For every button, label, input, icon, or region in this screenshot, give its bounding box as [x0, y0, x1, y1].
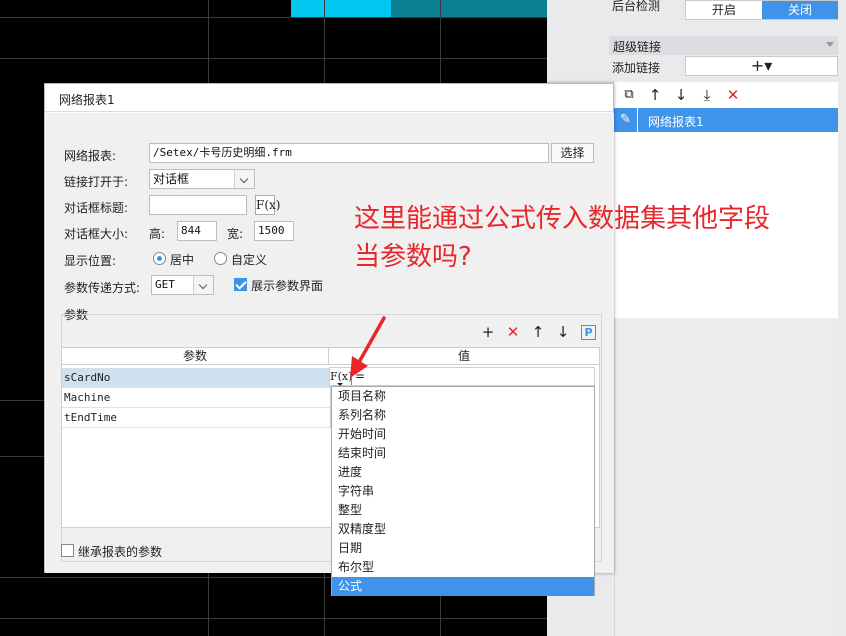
- copy-icon[interactable]: ⧉: [620, 86, 638, 104]
- dropdown-item[interactable]: 进度: [332, 463, 594, 482]
- edit-pencil-icon[interactable]: ✎: [614, 108, 638, 132]
- show-param-ui-checkbox[interactable]: [234, 278, 247, 291]
- param-column-header: 参数: [62, 348, 329, 365]
- chart-bar-teal: [391, 0, 547, 17]
- grid-line: [0, 17, 547, 18]
- annotation-line-1: 这里能通过公式传入数据集其他字段: [354, 204, 771, 234]
- param-method-label: 参数传递方式:: [64, 281, 141, 295]
- show-param-ui-label: 展示参数界面: [251, 279, 324, 293]
- width-field[interactable]: 1500: [254, 221, 294, 241]
- hyperlink-section-label: 超级链接: [613, 40, 662, 54]
- dialog-size-label: 对话框大小:: [64, 227, 129, 241]
- toggle-off-option[interactable]: 关闭: [762, 1, 838, 19]
- param-method-value: GET: [155, 278, 175, 291]
- open-in-label: 链接打开于:: [64, 175, 129, 189]
- dropdown-item[interactable]: 布尔型: [332, 558, 594, 577]
- param-p-icon[interactable]: P: [581, 325, 596, 340]
- dialog-title-field[interactable]: [149, 195, 247, 215]
- dialog-title: 网络报表1: [59, 93, 115, 107]
- height-label: 高:: [149, 227, 166, 241]
- open-in-select[interactable]: 对话框: [149, 169, 255, 189]
- report-path-field[interactable]: /Setex/卡号历史明细.frm: [149, 143, 549, 163]
- position-custom-label: 自定义: [231, 253, 268, 267]
- dropdown-item[interactable]: 系列名称: [332, 406, 594, 425]
- link-item[interactable]: ✎ 网络报表1: [614, 108, 838, 132]
- toggle-on-option[interactable]: 开启: [686, 1, 762, 19]
- value-type-dropdown: 项目名称 系列名称 开始时间 结束时间 进度 字符串 整型 双精度型 日期 布尔…: [331, 386, 595, 596]
- add-param-icon[interactable]: +: [479, 323, 497, 341]
- inherit-params-label: 继承报表的参数: [78, 545, 163, 559]
- link-item-label: 网络报表1: [648, 115, 704, 129]
- position-center-label: 居中: [170, 253, 195, 267]
- report-label: 网络报表:: [64, 149, 117, 163]
- param-method-select[interactable]: GET: [151, 275, 214, 295]
- grid-line: [0, 618, 547, 619]
- inherit-params-checkbox[interactable]: [61, 544, 74, 557]
- backend-check-toggle[interactable]: 开启 关闭: [685, 0, 838, 20]
- move-up-icon[interactable]: ↑: [529, 323, 547, 341]
- dropdown-item[interactable]: 双精度型: [332, 520, 594, 539]
- grid-line: [0, 58, 547, 59]
- backend-check-label: 后台检测: [612, 0, 661, 13]
- add-link-label: 添加链接: [612, 61, 661, 75]
- hyperlink-section-header[interactable]: 超级链接: [609, 36, 838, 55]
- open-in-value: 对话框: [153, 172, 190, 186]
- choose-button[interactable]: 选择: [551, 143, 594, 163]
- annotation-arrow-icon: [350, 316, 386, 378]
- question-annotation: 这里能通过公式传入数据集其他字段 当参数吗?: [354, 200, 844, 276]
- position-custom-radio[interactable]: [214, 252, 227, 265]
- table-row[interactable]: Machine: [62, 388, 331, 408]
- move-down-icon[interactable]: ↓: [672, 86, 690, 104]
- position-label: 显示位置:: [64, 254, 117, 268]
- width-label: 宽:: [227, 227, 244, 241]
- dropdown-item[interactable]: 整型: [332, 501, 594, 520]
- move-up-icon[interactable]: ↑: [646, 86, 664, 104]
- annotation-line-2: 当参数吗?: [354, 242, 472, 272]
- panel-lower-area: [614, 318, 838, 636]
- table-row[interactable]: tEndTime: [62, 408, 331, 428]
- chart-bar-cyan: [291, 0, 391, 17]
- add-link-button[interactable]: +▾: [685, 56, 838, 76]
- dropdown-item[interactable]: 结束时间: [332, 444, 594, 463]
- table-row[interactable]: sCardNo: [62, 368, 331, 388]
- move-down-icon[interactable]: ↓: [554, 323, 572, 341]
- chevron-down-icon[interactable]: [234, 170, 254, 188]
- delete-param-icon[interactable]: ✕: [504, 323, 522, 341]
- dropdown-item[interactable]: 日期: [332, 539, 594, 558]
- dropdown-item[interactable]: 字符串: [332, 482, 594, 501]
- dropdown-item-selected[interactable]: 公式: [332, 577, 594, 596]
- dropdown-item[interactable]: 开始时间: [332, 425, 594, 444]
- collapse-caret-icon: [826, 42, 834, 47]
- dropdown-item[interactable]: 项目名称: [332, 387, 594, 406]
- chevron-down-icon[interactable]: [193, 276, 213, 294]
- formula-fx-icon[interactable]: F(x): [255, 195, 280, 215]
- delete-icon[interactable]: ✕: [724, 86, 742, 104]
- position-center-radio[interactable]: [153, 252, 166, 265]
- height-field[interactable]: 844: [177, 221, 217, 241]
- move-bottom-icon[interactable]: ⤓: [698, 86, 716, 104]
- dialog-title-bar: 网络报表1: [45, 84, 613, 112]
- dialog-title-label: 对话框标题:: [64, 201, 129, 215]
